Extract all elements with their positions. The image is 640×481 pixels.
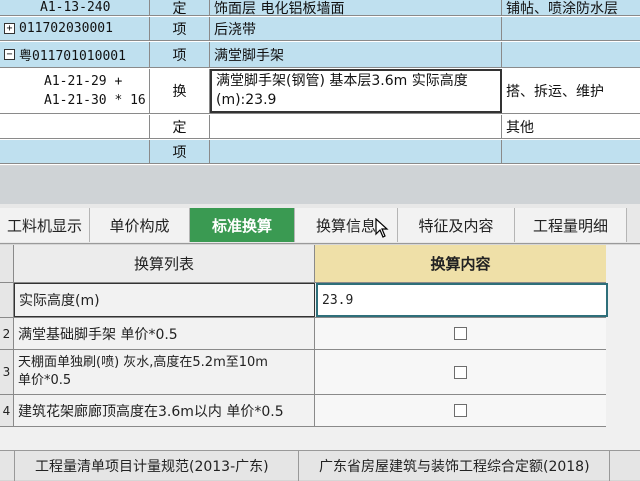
detail-tab-bar: 工料机显示 单价构成 标准换算 换算信息 特征及内容 工程量明细 xyxy=(0,204,640,244)
code-cell: + 011702030001 xyxy=(0,17,150,40)
name-cell xyxy=(210,140,502,163)
conversion-label: 建筑花架廊廊顶高度在3.6m以内 单价*0.5 xyxy=(14,395,315,426)
panel-splitter[interactable] xyxy=(0,166,640,204)
spec-cell: 铺帖、喷涂防水层 xyxy=(506,0,618,16)
spec-cell xyxy=(502,42,640,67)
name-cell-selected[interactable]: 满堂脚手架(钢管) 基本层3.6m 实际高度(m):23.9 xyxy=(210,69,502,113)
table-row[interactable]: A1-13-240 定 饰面层 电化铝板墙面 铺帖、喷涂防水层 xyxy=(0,0,640,16)
expand-icon[interactable]: + xyxy=(4,23,15,34)
code-line-2: A1-21-30 * 16 xyxy=(44,93,146,108)
code-cell xyxy=(0,140,150,163)
tab-quantity-details[interactable]: 工程量明细 xyxy=(515,208,627,242)
spec-cell: 搭、拆运、维护 xyxy=(506,84,604,100)
row-number: 3 xyxy=(0,350,14,394)
table-row[interactable]: A1-21-29 + A1-21-30 * 16 换 满堂脚手架(钢管) 基本层… xyxy=(0,69,640,114)
label-line-2: 单价*0.5 xyxy=(18,373,72,388)
bill-items-grid: A1-13-240 定 饰面层 电化铝板墙面 铺帖、喷涂防水层 + 011702… xyxy=(0,0,640,165)
name-cell: 饰面层 电化铝板墙面 xyxy=(210,0,502,15)
table-row[interactable]: 定 其他 xyxy=(0,115,640,139)
type-cell: 定 xyxy=(150,0,210,15)
conversion-row[interactable]: 4 建筑花架廊廊顶高度在3.6m以内 单价*0.5 xyxy=(0,395,606,427)
tab-unit-price[interactable]: 单价构成 xyxy=(90,208,190,242)
conversion-checkbox[interactable] xyxy=(454,404,467,417)
code-cell xyxy=(0,115,150,138)
conversion-label: 天棚面单独刷(喷) 灰水,高度在5.2m至10m 单价*0.5 xyxy=(14,350,315,394)
code-cell: A1-13-240 xyxy=(0,0,150,15)
actual-height-input[interactable]: 23.9 xyxy=(316,283,608,317)
conversion-row[interactable]: 3 天棚面单独刷(喷) 灰水,高度在5.2m至10m 单价*0.5 xyxy=(0,350,606,395)
collapse-icon[interactable]: − xyxy=(4,49,15,60)
header-conversion-content: 换算内容 xyxy=(315,245,606,283)
code-cell: − 粤011701010001 xyxy=(0,42,150,67)
table-row[interactable]: 项 xyxy=(0,140,640,164)
type-cell: 项 xyxy=(150,42,210,67)
spec-cell xyxy=(502,140,640,163)
name-cell: 后浇带 xyxy=(210,17,502,40)
checkbox-cell xyxy=(315,395,606,426)
spec-cell xyxy=(502,17,640,40)
row-number: 2 xyxy=(0,318,14,349)
conversion-row[interactable]: 2 满堂基础脚手架 单价*0.5 xyxy=(0,318,606,350)
row-number: 4 xyxy=(0,395,14,426)
row-number-header xyxy=(0,245,14,283)
conversion-row[interactable]: 实际高度(m) 23.9 xyxy=(0,283,608,318)
table-row[interactable]: + 011702030001 项 后浇带 xyxy=(0,17,640,41)
conversion-label: 满堂基础脚手架 单价*0.5 xyxy=(14,318,315,349)
conversion-checkbox[interactable] xyxy=(454,365,467,379)
code-cell: A1-21-29 + A1-21-30 * 16 xyxy=(0,69,150,113)
row-number xyxy=(0,283,14,317)
tab-features-content[interactable]: 特征及内容 xyxy=(398,208,515,242)
spec-cell: 其他 xyxy=(506,119,534,136)
code-line-1: A1-21-29 + xyxy=(44,74,123,89)
tab-conversion-info[interactable]: 换算信息 xyxy=(295,208,398,242)
header-conversion-list: 换算列表 xyxy=(14,245,315,283)
conversion-label: 实际高度(m) xyxy=(14,283,315,317)
name-cell: 满堂脚手架 xyxy=(210,42,502,67)
type-cell: 换 xyxy=(150,69,210,113)
tab-material-display[interactable]: 工料机显示 xyxy=(0,208,90,242)
quota-standard[interactable]: 广东省房屋建筑与装饰工程综合定额(2018) xyxy=(305,451,610,481)
tab-standard-conversion[interactable]: 标准换算 xyxy=(190,208,295,242)
mouse-cursor-icon xyxy=(375,218,389,238)
bill-spec-standard[interactable]: 工程量清单项目计量规范(2013-广东) xyxy=(14,451,299,481)
conversion-checkbox[interactable] xyxy=(454,327,467,340)
code-text: 011702030001 xyxy=(19,21,113,36)
tab-label: 换算信息 xyxy=(315,216,376,235)
table-row[interactable]: − 粤011701010001 项 满堂脚手架 xyxy=(0,42,640,68)
checkbox-cell xyxy=(315,318,606,349)
label-line-1: 天棚面单独刷(喷) 灰水,高度在5.2m至10m xyxy=(18,355,268,370)
type-cell: 定 xyxy=(150,115,210,138)
status-bar: 工程量清单项目计量规范(2013-广东) 广东省房屋建筑与装饰工程综合定额(20… xyxy=(0,450,640,481)
type-cell: 项 xyxy=(150,17,210,40)
conversion-panel: 换算列表 换算内容 实际高度(m) 23.9 2 满堂基础脚手架 单价*0.5 … xyxy=(0,245,640,450)
type-cell: 项 xyxy=(150,140,210,163)
name-cell xyxy=(210,115,502,138)
checkbox-cell xyxy=(315,350,606,394)
code-text: 粤011701010001 xyxy=(19,49,126,64)
